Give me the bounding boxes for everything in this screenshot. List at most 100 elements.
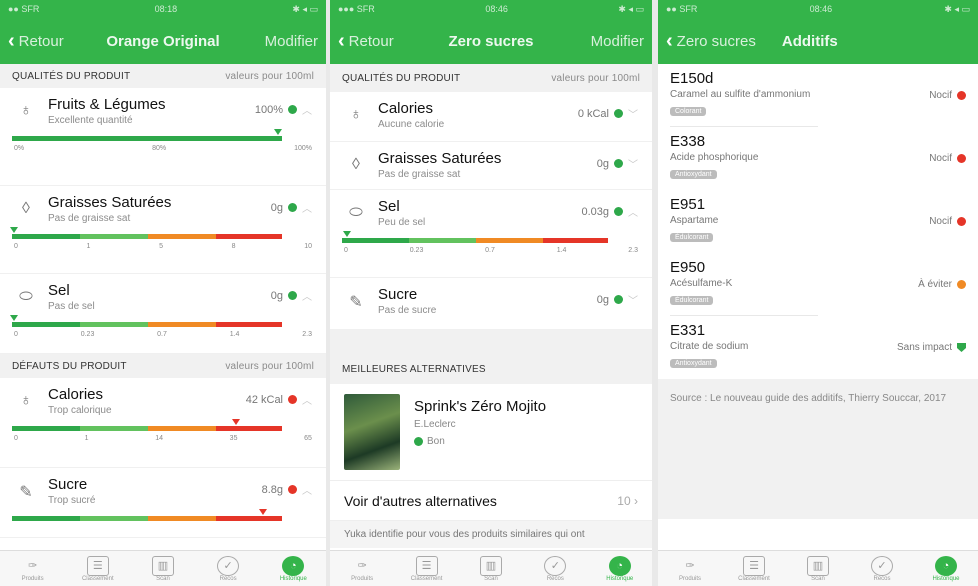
tab-scan[interactable]: ▥ Scan <box>138 555 188 582</box>
additive-row[interactable]: E331 Citrate de sodium Antioxydant Sans … <box>658 316 978 379</box>
good-dot-icon <box>288 291 297 300</box>
risk-level: Nocif <box>929 90 966 101</box>
edit-button[interactable]: Modifier <box>591 33 644 50</box>
risk-label: À éviter <box>918 279 952 290</box>
tab-products[interactable]: ✑ Produits <box>8 556 58 582</box>
chevron-down-icon[interactable]: ﹀ <box>628 106 638 121</box>
risk-label: Nocif <box>929 216 952 227</box>
edit-button[interactable]: Modifier <box>265 33 318 50</box>
tick-label: 10 <box>304 243 312 250</box>
chevron-up-icon[interactable]: ︿ <box>302 102 312 117</box>
section-title: QUALITÉS DU PRODUIT <box>342 72 461 84</box>
scale-bar <box>12 136 314 141</box>
tab-recos[interactable]: ✓ Recos <box>203 555 253 582</box>
status-icons: ✱ ◂ ▭ <box>292 3 318 14</box>
tab-ranking[interactable]: ☰ Classement <box>73 555 123 582</box>
candy-icon: ✎ <box>349 294 363 311</box>
nutrient-value: 0g ︿ <box>271 288 312 304</box>
section-title: QUALITÉS DU PRODUIT <box>12 70 131 82</box>
scale-ticks: 0 0.23 0.7 1.4 2.3 <box>12 331 314 338</box>
chevron-up-icon[interactable]: ︿ <box>302 482 312 497</box>
tab-products[interactable]: ✑ Produits <box>665 556 715 582</box>
bad-dot-icon <box>957 91 966 100</box>
tab-ranking[interactable]: ☰ Classement <box>729 555 779 582</box>
defects-header: DÉFAUTS DU PRODUIT valeurs pour 100ml <box>0 354 326 378</box>
additive-row[interactable]: E950 Acésulfame-K Édulcorant À éviter <box>658 253 978 316</box>
tab-bar: ✑ Produits ☰ Classement ▥ Scan ✓ Recos ◔ Hist… <box>330 550 652 586</box>
scale-bar <box>12 516 314 521</box>
nutrient-row-calories[interactable]: ♁ Calories Aucune calorie 0 kCal ﹀ <box>330 92 652 142</box>
nutrient-row-saturated-fat[interactable]: ◊ Graisses Saturées Pas de graisse sat 0… <box>0 186 326 274</box>
nutrient-row-salt[interactable]: ⬭ Sel Peu de sel 0.03g ︿ 0 0.23 0.7 1.4 2… <box>330 190 652 278</box>
tab-scan[interactable]: ▥ Scan <box>466 555 516 582</box>
value-text: 100% <box>254 103 283 116</box>
chevron-up-icon[interactable]: ︿ <box>302 200 312 215</box>
more-alternatives-link[interactable]: Voir d'autres alternatives 10 › <box>330 481 652 521</box>
status-bar: ●● SFR 08:18 ✱ ◂ ▭ <box>0 0 326 18</box>
chevron-up-icon[interactable]: ︿ <box>302 288 312 303</box>
nutrient-row-calories[interactable]: ♁ Calories Trop calorique 42 kCal ︿ 0 1 1… <box>0 378 326 468</box>
nutrient-row-saturated-fat[interactable]: ◊ Graisses Saturées Pas de graisse sat 0… <box>330 142 652 190</box>
tab-products[interactable]: ✑ Produits <box>337 556 387 582</box>
page-title: Orange Original <box>106 32 220 50</box>
back-button[interactable]: ‹ Retour <box>338 31 394 51</box>
risk-level: Sans impact <box>897 342 966 353</box>
nutrient-value: 100% ︿ <box>254 102 312 118</box>
tab-history[interactable]: ◔ Historique <box>595 555 645 582</box>
tick-label: 0 <box>14 243 18 250</box>
segment <box>12 516 80 521</box>
alternatives-note: Yuka identifie pour vous des produits si… <box>330 521 652 548</box>
chevron-up-icon[interactable]: ︿ <box>302 392 312 407</box>
chevron-left-icon: ‹ <box>8 30 15 52</box>
nutrient-value: 0g ﹀ <box>597 156 638 172</box>
chevron-down-icon[interactable]: ﹀ <box>628 292 638 307</box>
nutrient-row-sugar[interactable]: ✎ Sucre Trop sucré 8.8g ︿ <box>0 468 326 538</box>
nutrient-row-sugar[interactable]: ✎ Sucre Pas de sucre 0g ﹀ <box>330 278 652 330</box>
tab-recos[interactable]: ✓ Recos <box>857 555 907 582</box>
tick-label: 0 <box>14 435 18 442</box>
alternative-score: Bon <box>414 436 546 447</box>
nav-bar: ‹ Retour Zero sucres Modifier <box>330 18 652 64</box>
additive-row[interactable]: E150d Caramel au sulfite d'ammonium Colo… <box>658 64 978 127</box>
carrot-icon: ✑ <box>27 560 38 572</box>
tab-history[interactable]: ◔ Historique <box>921 555 971 582</box>
segment <box>409 238 476 243</box>
tab-label: Classement <box>410 575 443 582</box>
screen-zero-sucres: ●●● SFR 08:46 ✱ ◂ ▭ ‹ Retour Zero sucres… <box>330 0 652 586</box>
apple-icon: ♁ <box>20 102 32 119</box>
section-title: MEILLEURES ALTERNATIVES <box>342 363 486 375</box>
tab-ranking[interactable]: ☰ Classement <box>402 555 452 582</box>
back-button[interactable]: ‹ Retour <box>8 31 64 51</box>
additive-row[interactable]: E951 Aspartame Édulcorant Nocif <box>658 190 978 253</box>
nav-bar: ‹ Retour Orange Original Modifier <box>0 18 326 64</box>
alternative-card[interactable]: Sprink's Zéro Mojito E.Leclerc Bon <box>330 384 652 481</box>
tab-label: Historique <box>279 575 307 582</box>
nutrient-row-fruits[interactable]: ♁ Fruits & Légumes Excellente quantité 1… <box>0 88 326 186</box>
list-icon: ☰ <box>743 555 765 576</box>
chevron-down-icon[interactable]: ﹀ <box>628 156 638 171</box>
candy-icon: ✎ <box>19 484 33 501</box>
back-label: Zero sucres <box>676 32 756 50</box>
additive-row[interactable]: E338 Acide phosphorique Antioxydant Noci… <box>658 127 978 190</box>
tick-label: 100% <box>294 145 312 152</box>
tab-history[interactable]: ◔ Historique <box>268 555 318 582</box>
alternatives-count: 10 › <box>617 494 638 508</box>
spacer <box>330 330 652 354</box>
nutrient-row-salt[interactable]: ⬭ Sel Pas de sel 0g ︿ 0 0.23 0.7 1.4 2.3 <box>0 274 326 354</box>
segment <box>12 136 212 141</box>
barcode-icon: ▥ <box>479 555 502 576</box>
additive-category-badge: Antioxydant <box>670 359 717 368</box>
tab-recos[interactable]: ✓ Recos <box>530 555 580 582</box>
drop-icon: ◊ <box>352 156 360 173</box>
status-bar: ●● SFR 08:46 ✱ ◂ ▭ <box>658 0 978 18</box>
additive-category-badge: Colorant <box>670 107 707 116</box>
value-text: 42 kCal <box>245 393 283 406</box>
segment <box>543 238 608 243</box>
back-label: Retour <box>348 32 394 50</box>
chevron-up-icon[interactable]: ︿ <box>628 204 638 219</box>
scale-bar <box>12 426 314 431</box>
tab-scan[interactable]: ▥ Scan <box>793 555 843 582</box>
back-button[interactable]: ‹ Zero sucres <box>666 31 756 51</box>
tab-label: Historique <box>932 575 960 582</box>
additive-name: Aspartame <box>670 215 719 226</box>
